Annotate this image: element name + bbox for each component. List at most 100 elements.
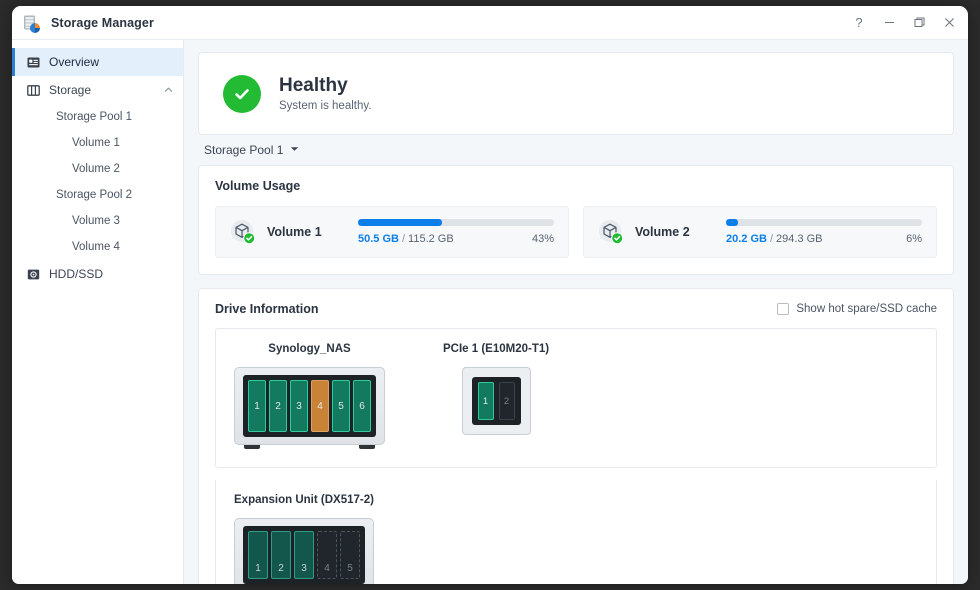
volume-list: Volume 1 50.5 GB / 115.2 GB 43% xyxy=(215,206,937,258)
drive-unit-label: Expansion Unit (DX517-2) xyxy=(234,494,374,506)
volume-usage-meter: 50.5 GB / 115.2 GB 43% xyxy=(358,219,554,245)
drive-bay[interactable]: 3 xyxy=(290,380,308,432)
drive-bay[interactable]: 5 xyxy=(332,380,350,432)
drive-bay[interactable]: 6 xyxy=(353,380,371,432)
window-titlebar: Storage Manager ? xyxy=(12,6,968,40)
sidebar-item-label: Storage Pool 1 xyxy=(56,111,132,123)
drive-units-panel: Synology_NAS 1 2 3 4 5 6 xyxy=(215,328,937,468)
storage-manager-icon xyxy=(22,13,42,33)
sidebar-item-label: Volume 1 xyxy=(72,137,120,149)
volume-stats: 50.5 GB / 115.2 GB 43% xyxy=(358,233,554,245)
chassis-foot xyxy=(359,445,375,449)
drive-information-card: Drive Information Show hot spare/SSD cac… xyxy=(198,288,954,584)
main-content: Healthy System is healthy. Storage Pool … xyxy=(184,40,968,584)
checkbox-box[interactable] xyxy=(777,303,789,315)
chassis-foot xyxy=(244,445,260,449)
volume-item[interactable]: Volume 2 20.2 GB / 294.3 GB 6% xyxy=(583,206,937,258)
drive-unit-synology-nas: Synology_NAS 1 2 3 4 5 6 xyxy=(234,343,385,449)
sidebar-item-label: HDD/SSD xyxy=(49,267,103,281)
help-button[interactable]: ? xyxy=(844,7,874,39)
sidebar-item-volume-1[interactable]: Volume 1 xyxy=(12,130,183,156)
pcie-slot[interactable]: 1 xyxy=(478,382,494,420)
drive-unit-expansion: Expansion Unit (DX517-2) 1 2 3 4 5 xyxy=(234,494,918,584)
volume-usage-meter: 20.2 GB / 294.3 GB 6% xyxy=(726,219,922,245)
overview-icon xyxy=(26,55,40,69)
window-body: Overview Storage xyxy=(12,40,968,584)
health-title: Healthy xyxy=(279,75,371,97)
sidebar-item-overview[interactable]: Overview xyxy=(12,48,183,76)
usage-bar-track xyxy=(726,219,922,226)
volume-total: 115.2 GB xyxy=(408,233,454,245)
volume-item[interactable]: Volume 1 50.5 GB / 115.2 GB 43% xyxy=(215,206,569,258)
storage-pool-selector[interactable]: Storage Pool 1 xyxy=(198,135,954,165)
usage-bar-fill xyxy=(358,219,442,226)
show-hot-spare-label: Show hot spare/SSD cache xyxy=(796,303,937,315)
sidebar-item-label: Volume 2 xyxy=(72,163,120,175)
desktop-backdrop: Storage Manager ? xyxy=(0,0,980,590)
volume-used: 20.2 GB xyxy=(726,233,767,245)
usage-bar-track xyxy=(358,219,554,226)
storage-manager-window: Storage Manager ? xyxy=(12,6,968,584)
sidebar-item-label: Volume 3 xyxy=(72,215,120,227)
sidebar: Overview Storage xyxy=(12,40,184,584)
sidebar-item-storage-pool-2[interactable]: Storage Pool 2 xyxy=(12,182,183,208)
expansion-chassis: 1 2 3 4 5 xyxy=(234,518,374,584)
storage-icon xyxy=(26,83,40,97)
drive-bay[interactable]: 5 xyxy=(340,531,360,579)
nas-chassis: 1 2 3 4 5 6 xyxy=(234,367,385,445)
sidebar-item-volume-4[interactable]: Volume 4 xyxy=(12,234,183,260)
sidebar-item-hdd-ssd[interactable]: HDD/SSD xyxy=(12,260,183,288)
close-button[interactable] xyxy=(934,7,964,39)
drive-bay[interactable]: 4 xyxy=(317,531,337,579)
drive-bay[interactable]: 2 xyxy=(269,380,287,432)
health-status-card: Healthy System is healthy. xyxy=(198,52,954,135)
drive-unit-label: Synology_NAS xyxy=(268,343,350,355)
sidebar-item-label: Overview xyxy=(49,55,99,69)
check-circle-icon xyxy=(223,75,261,113)
volume-cube-icon xyxy=(230,219,256,245)
volume-used: 50.5 GB xyxy=(358,233,399,245)
maximize-button[interactable] xyxy=(904,7,934,39)
sidebar-item-label: Volume 4 xyxy=(72,241,120,253)
chevron-up-icon[interactable] xyxy=(164,86,173,95)
sidebar-item-volume-3[interactable]: Volume 3 xyxy=(12,208,183,234)
sidebar-item-storage[interactable]: Storage xyxy=(12,76,183,104)
drive-unit-pcie-1: PCIe 1 (E10M20-T1) 1 2 xyxy=(443,343,549,449)
storage-pool-selector-value: Storage Pool 1 xyxy=(204,143,283,157)
drive-bay[interactable]: 1 xyxy=(248,380,266,432)
usage-bar-fill xyxy=(726,219,738,226)
sidebar-item-label: Storage xyxy=(49,83,91,97)
volume-separator: / xyxy=(402,233,405,245)
pcie-slot-row: 1 2 xyxy=(472,377,521,425)
volume-total: 294.3 GB xyxy=(776,233,822,245)
drive-bay[interactable]: 3 xyxy=(294,531,314,579)
volume-percent: 6% xyxy=(906,233,922,245)
volume-name: Volume 1 xyxy=(267,225,322,239)
expansion-bay-row: 1 2 3 4 5 xyxy=(243,526,365,584)
show-hot-spare-checkbox[interactable]: Show hot spare/SSD cache xyxy=(777,303,937,315)
nas-bay-row: 1 2 3 4 5 6 xyxy=(243,375,376,437)
health-subtitle: System is healthy. xyxy=(279,100,371,112)
volume-stats: 20.2 GB / 294.3 GB 6% xyxy=(726,233,922,245)
volume-percent: 43% xyxy=(532,233,554,245)
drive-bay[interactable]: 1 xyxy=(248,531,268,579)
volume-usage-card: Volume Usage xyxy=(198,165,954,275)
drive-bay[interactable]: 4 xyxy=(311,380,329,432)
volume-separator: / xyxy=(770,233,773,245)
window-controls: ? xyxy=(844,6,964,39)
hdd-ssd-icon xyxy=(26,267,40,281)
volume-usage-title: Volume Usage xyxy=(215,179,937,193)
pcie-slot[interactable]: 2 xyxy=(499,382,515,420)
expansion-unit-panel: Expansion Unit (DX517-2) 1 2 3 4 5 xyxy=(215,480,937,584)
window-title: Storage Manager xyxy=(51,16,154,30)
chevron-down-icon xyxy=(290,146,299,154)
drive-bay[interactable]: 2 xyxy=(271,531,291,579)
minimize-button[interactable] xyxy=(874,7,904,39)
sidebar-item-storage-pool-1[interactable]: Storage Pool 1 xyxy=(12,104,183,130)
pcie-card: 1 2 xyxy=(462,367,531,435)
sidebar-item-volume-2[interactable]: Volume 2 xyxy=(12,156,183,182)
volume-name: Volume 2 xyxy=(635,225,690,239)
drive-information-header: Drive Information Show hot spare/SSD cac… xyxy=(215,302,937,316)
volume-cube-icon xyxy=(598,219,624,245)
sidebar-item-label: Storage Pool 2 xyxy=(56,189,132,201)
